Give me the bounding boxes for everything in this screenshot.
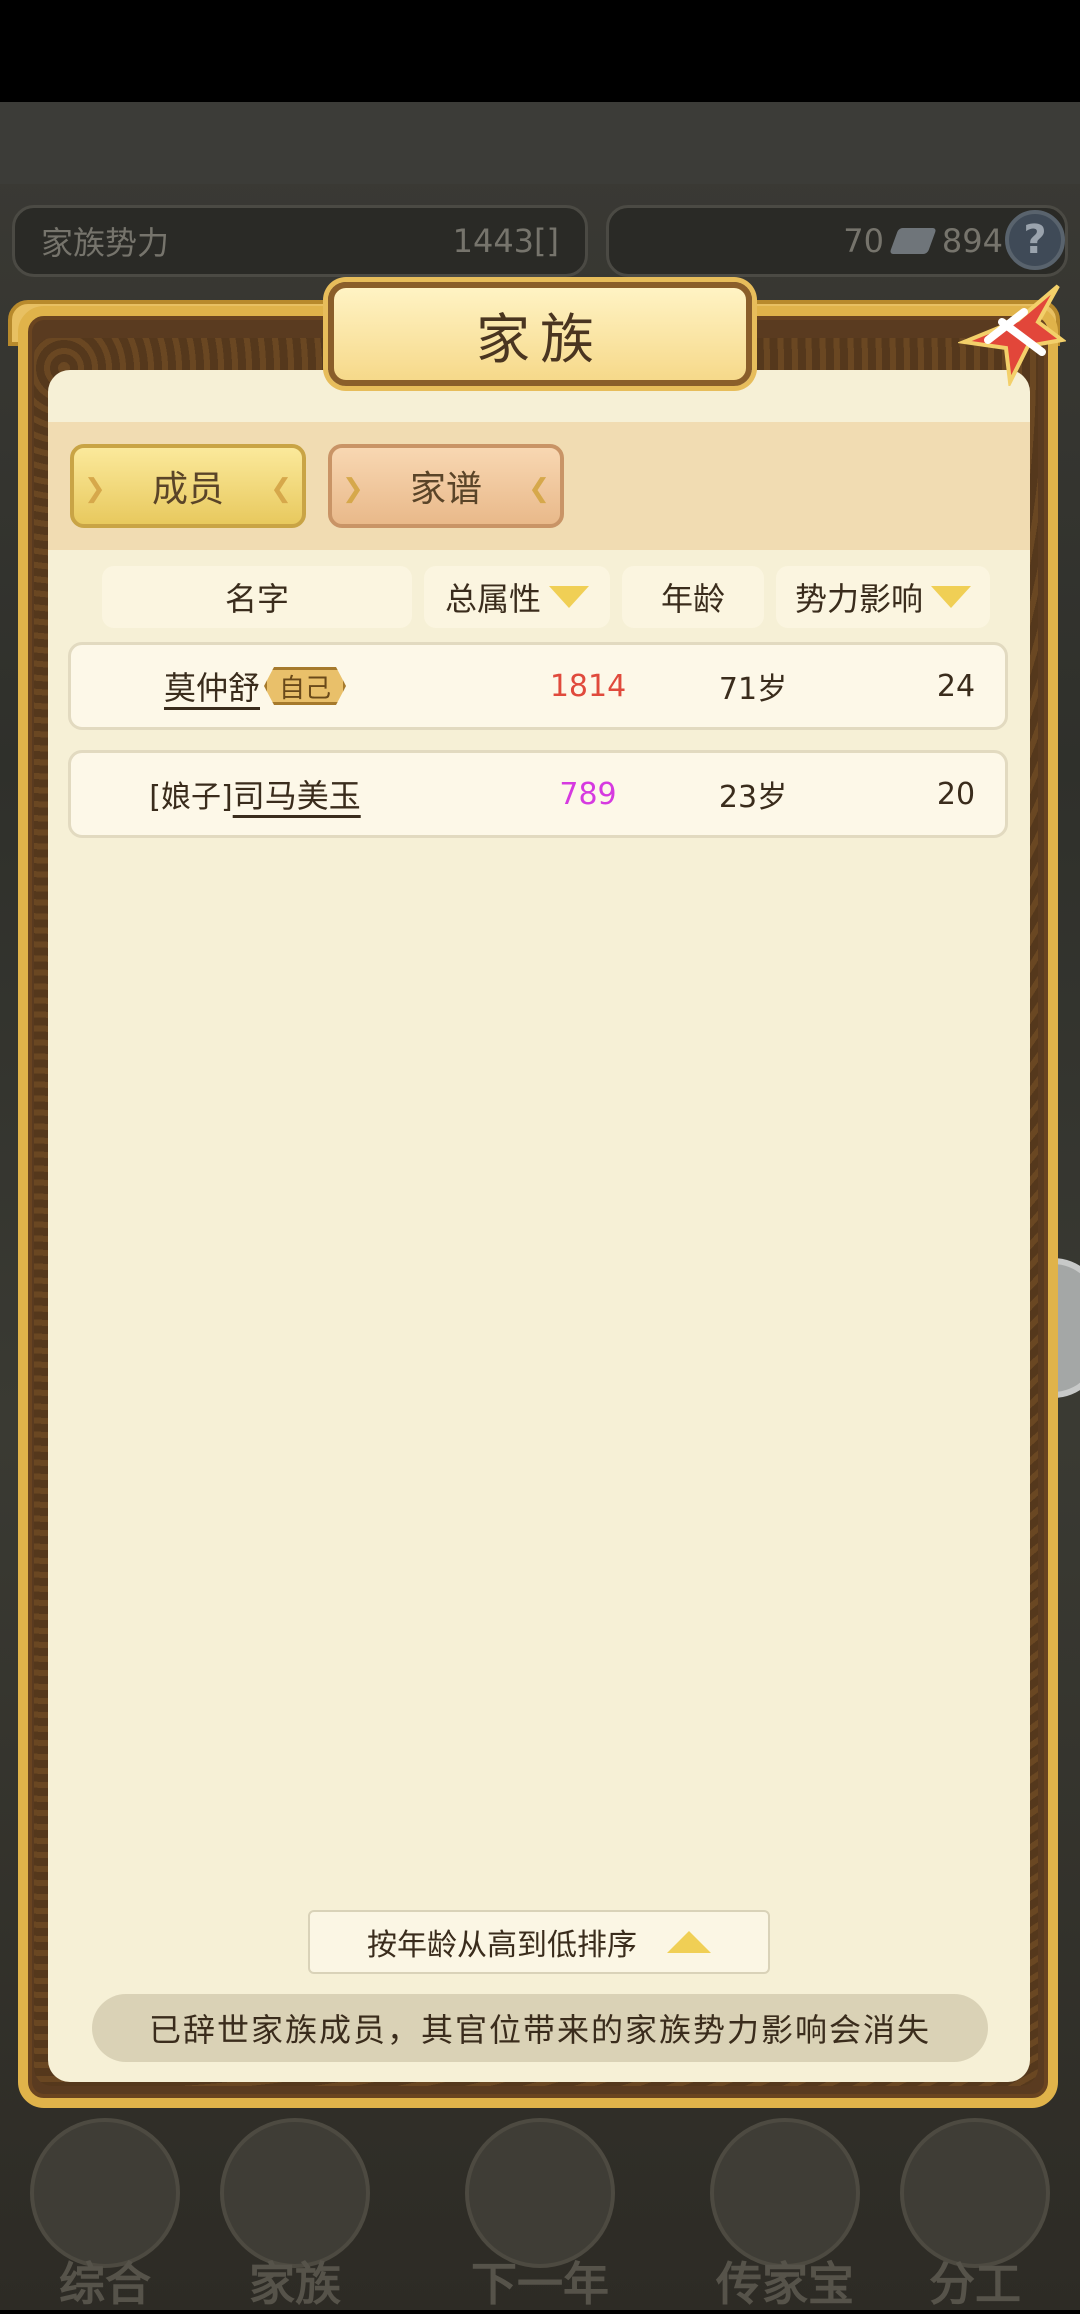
sort-down-icon <box>931 586 971 608</box>
notice-text: 已辞世家族成员，其官位带来的家族势力影响会消失 <box>148 2011 931 2049</box>
column-header-age: 年龄 <box>622 566 764 628</box>
chevron-left-icon: ❯ <box>84 474 106 504</box>
table-row[interactable]: [娘子] 司马美玉 789 23岁 20 <box>68 750 1008 838</box>
nav-item-general[interactable]: 综合 <box>10 2100 200 2311</box>
coin-count: 894 <box>941 222 1003 260</box>
total-attr-value: 1814 <box>549 668 627 704</box>
dialog-title-plaque: 家族 <box>328 282 752 386</box>
nav-item-family[interactable]: 家族 <box>200 2100 390 2311</box>
chevron-left-icon: ❮ <box>270 474 292 504</box>
gem-icon <box>889 228 937 254</box>
scroll-icon <box>30 2118 180 2268</box>
family-power-label: 家族势力 <box>41 224 170 262</box>
nav-label: 下一年 <box>471 2257 609 2311</box>
column-header-total-attr[interactable]: 总属性 <box>424 566 610 628</box>
member-influence: 24 <box>936 668 976 704</box>
chevron-left-icon: ❯ <box>342 474 364 504</box>
close-icon <box>956 284 1067 389</box>
column-header-influence[interactable]: 势力影响 <box>776 566 990 628</box>
column-header-label: 名字 <box>224 580 289 618</box>
member-name[interactable]: 司马美玉 <box>233 771 361 817</box>
family-power-value: 1443[] <box>452 222 559 260</box>
house-icon <box>220 2118 370 2268</box>
gem-count: 70 <box>843 222 884 260</box>
nav-label: 分工 <box>929 2257 1021 2311</box>
family-power-bar[interactable]: 家族势力 1443[] <box>12 205 588 277</box>
member-title-prefix: [娘子] <box>149 780 233 815</box>
member-name-cell: 莫仲舒 自己 <box>71 645 439 727</box>
self-badge: 自己 <box>264 667 346 705</box>
column-header-name: 名字 <box>102 566 412 628</box>
bottom-nav: 综合 家族 下一年 传家宝 分工 <box>0 2100 1080 2311</box>
sort-up-icon <box>667 1931 711 1953</box>
column-header-label: 总属性 <box>444 580 541 618</box>
sort-label: 按年龄从高到低排序 <box>367 1928 637 1963</box>
member-influence: 20 <box>936 776 976 812</box>
column-header-label: 年龄 <box>660 580 725 618</box>
chevron-left-icon: ❮ <box>528 474 550 504</box>
dialog-title: 家族 <box>476 307 604 371</box>
tab-members[interactable]: ❯ 成员 ❮ <box>70 444 306 528</box>
nav-label: 传家宝 <box>716 2257 854 2311</box>
total-attr-value: 789 <box>559 776 617 812</box>
treasure-icon <box>710 2118 860 2268</box>
nav-label: 家族 <box>249 2257 341 2311</box>
notice-banner: 已辞世家族成员，其官位带来的家族势力影响会消失 <box>92 1994 988 2062</box>
status-bar <box>0 0 1080 102</box>
nav-item-heirloom[interactable]: 传家宝 <box>690 2100 880 2311</box>
currency-bar[interactable]: 70 894 <box>606 205 1068 277</box>
help-button[interactable]: ? <box>1005 210 1065 270</box>
member-name[interactable]: 莫仲舒 <box>164 663 260 709</box>
close-button[interactable] <box>956 282 1067 389</box>
nav-item-next-year[interactable]: 下一年 <box>445 2100 635 2311</box>
tab-genealogy[interactable]: ❯ 家谱 ❮ <box>328 444 564 528</box>
people-icon <box>900 2118 1050 2268</box>
sort-by-age-button[interactable]: 按年龄从高到低排序 <box>308 1910 770 1974</box>
nav-item-division[interactable]: 分工 <box>880 2100 1070 2311</box>
top-strip <box>0 102 1080 184</box>
nav-label: 综合 <box>59 2257 151 2311</box>
tab-genealogy-label: 家谱 <box>409 469 482 510</box>
tab-members-label: 成员 <box>151 469 224 510</box>
member-name-cell: [娘子] 司马美玉 <box>71 753 439 835</box>
table-row[interactable]: 莫仲舒 自己 1814 71岁 24 <box>68 642 1008 730</box>
sort-down-icon <box>549 586 589 608</box>
mountain-icon <box>465 2118 615 2268</box>
column-header-label: 势力影响 <box>794 580 923 618</box>
